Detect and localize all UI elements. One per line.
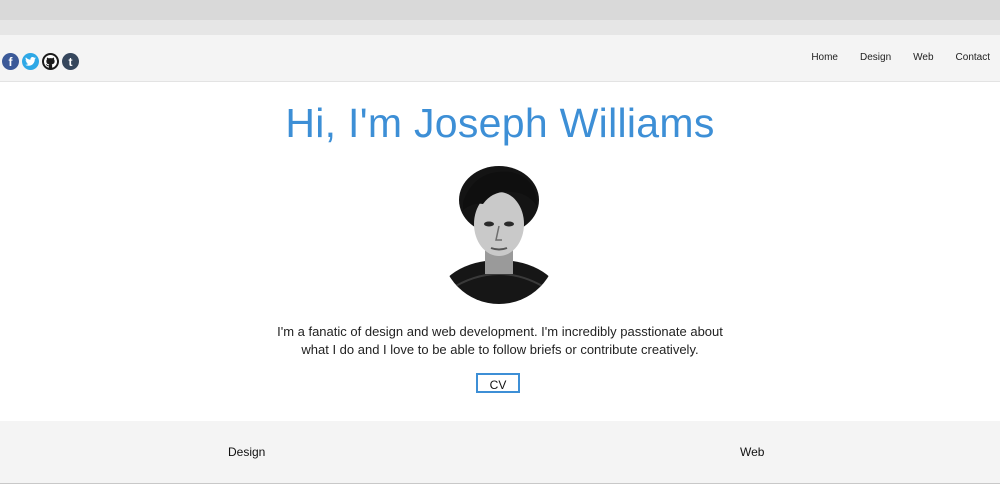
github-octocat-icon [44, 55, 57, 68]
profile-avatar [441, 166, 557, 304]
browser-toolbar-strip [0, 20, 1000, 35]
nav-item-web[interactable]: Web [913, 52, 933, 63]
social-links: f t [2, 53, 79, 70]
bio-line-2: what I do and I love to be able to follo… [301, 342, 699, 357]
bio-text: I'm a fanatic of design and web developm… [250, 323, 750, 359]
twitter-icon[interactable] [22, 53, 39, 70]
browser-chrome [0, 0, 1000, 20]
nav-item-home[interactable]: Home [811, 52, 838, 63]
tumblr-icon[interactable]: t [62, 53, 79, 70]
portfolio-sections: Design Web [0, 421, 1000, 484]
github-icon[interactable] [42, 53, 59, 70]
facebook-glyph: f [8, 54, 13, 69]
twitter-bird-icon [25, 57, 36, 66]
tumblr-glyph: t [68, 54, 73, 69]
nav-links: Home Design Web Contact [811, 52, 990, 63]
nav-item-contact[interactable]: Contact [956, 52, 990, 63]
cv-button[interactable]: CV [476, 373, 520, 393]
facebook-icon[interactable]: f [2, 53, 19, 70]
section-heading-design: Design [228, 445, 266, 459]
nav-item-design[interactable]: Design [860, 52, 891, 63]
bio-line-1: I'm a fanatic of design and web developm… [277, 324, 723, 339]
top-navbar: f t Home Design Web Contact [0, 35, 1000, 82]
page-bottom-edge [0, 484, 1000, 500]
section-heading-web: Web [740, 445, 765, 459]
hero-title: Hi, I'm Joseph Williams [285, 100, 715, 146]
